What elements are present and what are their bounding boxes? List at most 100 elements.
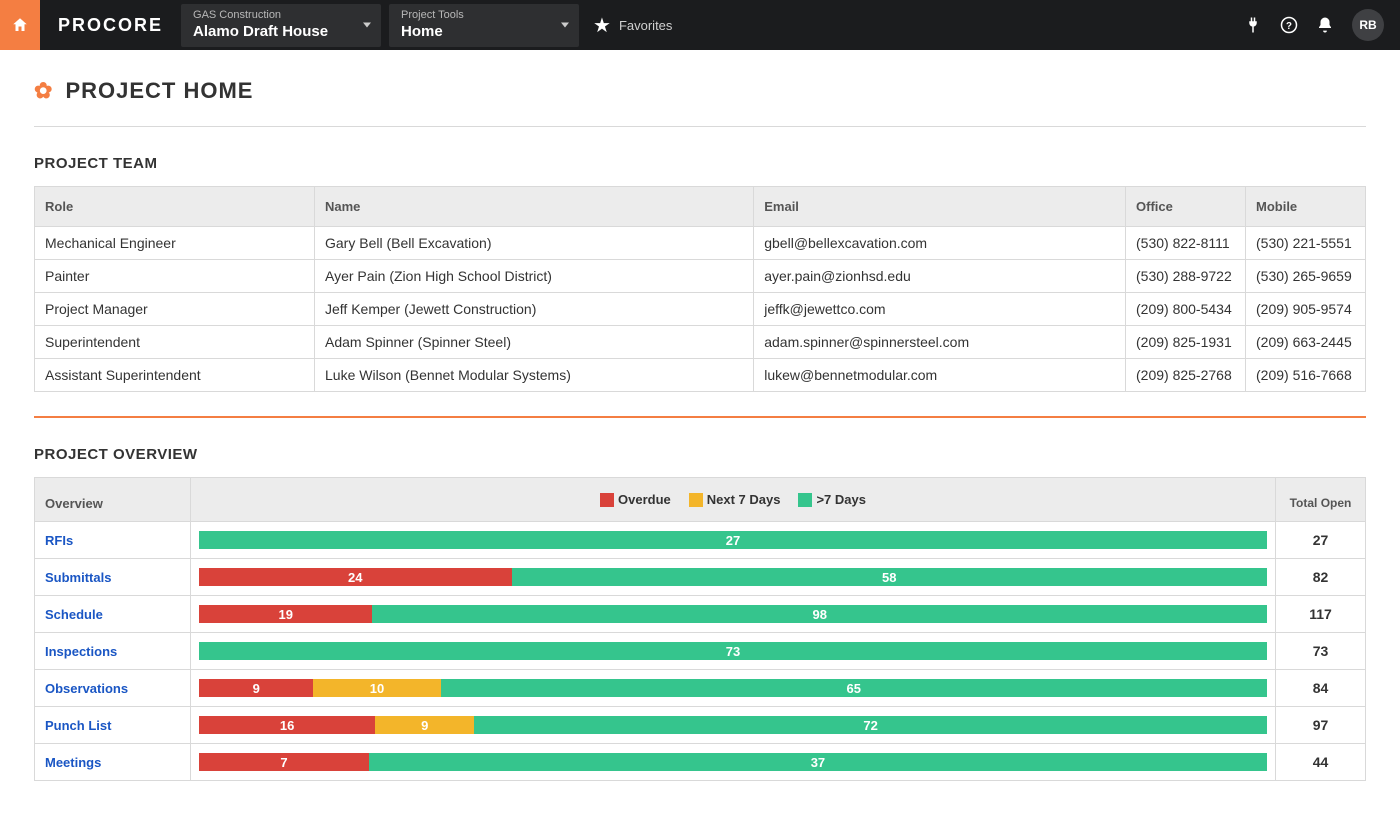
overview-row: RFIs 27 27: [35, 522, 1365, 559]
team-col-office: Office: [1126, 187, 1246, 227]
team-cell-name: Gary Bell (Bell Excavation): [315, 227, 754, 260]
overview-bar: 27: [191, 522, 1275, 558]
team-cell-role: Painter: [35, 260, 315, 293]
page-title-row: ✿ PROJECT HOME: [34, 78, 1366, 104]
overview-row: Schedule 1998117: [35, 596, 1365, 633]
home-button[interactable]: [0, 0, 40, 50]
user-avatar[interactable]: RB: [1352, 9, 1384, 41]
overview-row: Punch List1697297: [35, 707, 1365, 744]
bar-seg-red: 7: [199, 753, 369, 771]
team-cell-mobile: (209) 663-2445: [1246, 326, 1366, 359]
home-icon: [11, 16, 29, 34]
overview-total: 117: [1275, 596, 1365, 632]
team-cell-role: Superintendent: [35, 326, 315, 359]
overview-bar: 91065: [191, 670, 1275, 706]
overview-col-total: Total Open: [1275, 478, 1365, 521]
overview-bar: 16972: [191, 707, 1275, 743]
team-cell-email: lukew@bennetmodular.com: [754, 359, 1126, 392]
bar-seg-amber: 10: [313, 679, 440, 697]
top-nav: PROCORE GAS Construction Alamo Draft Hou…: [0, 0, 1400, 50]
team-cell-role: Mechanical Engineer: [35, 227, 315, 260]
team-cell-email: jeffk@jewettco.com: [754, 293, 1126, 326]
bar-seg-red: 16: [199, 716, 375, 734]
favorites-button[interactable]: ★ Favorites: [593, 13, 672, 38]
overview-total: 82: [1275, 559, 1365, 595]
overview-row: Observations9106584: [35, 670, 1365, 707]
team-cell-mobile: (209) 905-9574: [1246, 293, 1366, 326]
team-row: Mechanical EngineerGary Bell (Bell Excav…: [35, 227, 1366, 260]
divider-accent: [34, 416, 1366, 418]
overview-total: 97: [1275, 707, 1365, 743]
team-cell-role: Assistant Superintendent: [35, 359, 315, 392]
overview-table: Overview Overdue Next 7 Days >7 Days Tot…: [34, 477, 1366, 781]
team-cell-role: Project Manager: [35, 293, 315, 326]
overview-link[interactable]: Schedule: [45, 607, 103, 622]
overview-bar: 737: [191, 744, 1275, 780]
team-cell-name: Ayer Pain (Zion High School District): [315, 260, 754, 293]
overview-total: 27: [1275, 522, 1365, 558]
bar-seg-green: 73: [199, 642, 1267, 660]
team-cell-email: adam.spinner@spinnersteel.com: [754, 326, 1126, 359]
team-cell-mobile: (209) 516-7668: [1246, 359, 1366, 392]
team-heading: PROJECT TEAM: [34, 155, 1366, 172]
tools-dropdown[interactable]: Project Tools Home: [389, 4, 579, 47]
team-row: SuperintendentAdam Spinner (Spinner Stee…: [35, 326, 1366, 359]
company-dropdown-sub: GAS Construction: [193, 10, 351, 21]
bar-seg-green: 27: [199, 531, 1267, 549]
team-cell-office: (530) 288-9722: [1126, 260, 1246, 293]
team-cell-name: Jeff Kemper (Jewett Construction): [315, 293, 754, 326]
plug-icon[interactable]: [1244, 16, 1262, 34]
bar-seg-red: 9: [199, 679, 313, 697]
team-cell-office: (209) 825-2768: [1126, 359, 1246, 392]
overview-total: 73: [1275, 633, 1365, 669]
team-col-email: Email: [754, 187, 1126, 227]
bar-seg-green: 65: [441, 679, 1267, 697]
team-cell-email: ayer.pain@zionhsd.edu: [754, 260, 1126, 293]
company-dropdown[interactable]: GAS Construction Alamo Draft House: [181, 4, 381, 47]
bar-seg-green: 72: [474, 716, 1267, 734]
team-cell-office: (209) 800-5434: [1126, 293, 1246, 326]
team-cell-office: (530) 822-8111: [1126, 227, 1246, 260]
overview-link[interactable]: Submittals: [45, 570, 111, 585]
bar-seg-red: 24: [199, 568, 512, 586]
favorites-label: Favorites: [619, 18, 672, 33]
overview-link[interactable]: Inspections: [45, 644, 117, 659]
overview-total: 44: [1275, 744, 1365, 780]
overview-row: Inspections 73 73: [35, 633, 1365, 670]
overview-header: Overview Overdue Next 7 Days >7 Days Tot…: [35, 478, 1365, 522]
swatch-red: [600, 493, 614, 507]
overview-bar: 2458: [191, 559, 1275, 595]
overview-link[interactable]: RFIs: [45, 533, 73, 548]
overview-bar: 1998: [191, 596, 1275, 632]
team-cell-mobile: (530) 265-9659: [1246, 260, 1366, 293]
team-cell-office: (209) 825-1931: [1126, 326, 1246, 359]
gear-icon: ✿: [34, 78, 53, 104]
page-body: ✿ PROJECT HOME PROJECT TEAM RoleNameEmai…: [10, 50, 1390, 821]
swatch-green: [798, 493, 812, 507]
bar-seg-amber: 9: [375, 716, 474, 734]
team-row: Assistant SuperintendentLuke Wilson (Ben…: [35, 359, 1366, 392]
overview-link[interactable]: Punch List: [45, 718, 111, 733]
team-cell-mobile: (530) 221-5551: [1246, 227, 1366, 260]
legend-overdue: Overdue: [600, 492, 671, 507]
overview-total: 84: [1275, 670, 1365, 706]
overview-link[interactable]: Meetings: [45, 755, 101, 770]
nav-right: ? RB: [1244, 9, 1400, 41]
team-table: RoleNameEmailOfficeMobile Mechanical Eng…: [34, 186, 1366, 392]
bar-seg-red: 19: [199, 605, 372, 623]
overview-row: Submittals 245882: [35, 559, 1365, 596]
team-cell-email: gbell@bellexcavation.com: [754, 227, 1126, 260]
bar-seg-green: 37: [369, 753, 1267, 771]
help-icon[interactable]: ?: [1280, 16, 1298, 34]
team-col-role: Role: [35, 187, 315, 227]
overview-link[interactable]: Observations: [45, 681, 128, 696]
overview-bar: 73: [191, 633, 1275, 669]
brand-logo: PROCORE: [40, 15, 181, 36]
divider: [34, 126, 1366, 127]
legend-next7: Next 7 Days: [689, 492, 781, 507]
overview-col-label: Overview: [35, 478, 191, 521]
bell-icon[interactable]: [1316, 16, 1334, 34]
legend-over7: >7 Days: [798, 492, 866, 507]
team-row: PainterAyer Pain (Zion High School Distr…: [35, 260, 1366, 293]
star-icon: ★: [593, 13, 611, 38]
